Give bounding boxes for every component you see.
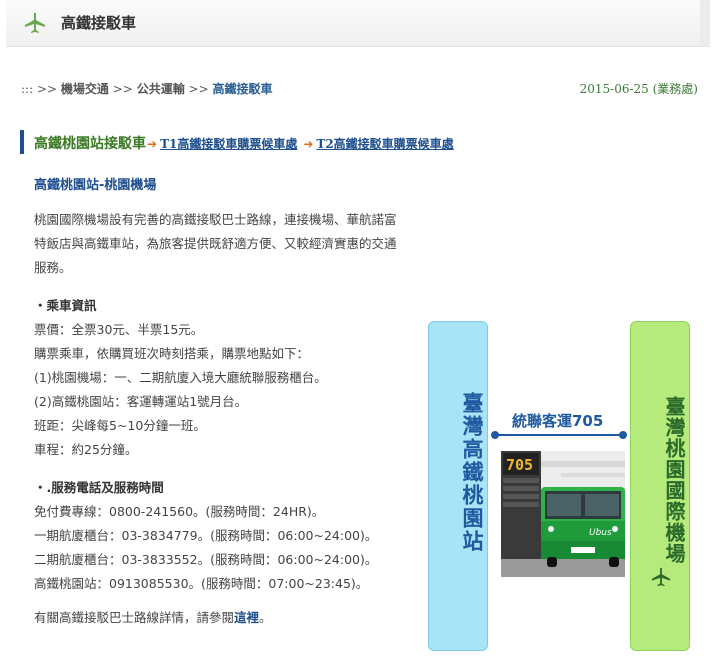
tab-t2-ticket-counter[interactable]: T2高鐵接駁車購票候車處 bbox=[316, 137, 453, 151]
breadcrumb-item-airport-transport[interactable]: 機場交通 bbox=[61, 82, 109, 96]
details-note-end: 。 bbox=[259, 610, 272, 625]
bus-logo: Ubus bbox=[589, 528, 612, 538]
plane-icon bbox=[25, 13, 45, 33]
ride-info: ・乘車資訊 票價：全票30元、半票15元。 購票乘車，依購買班次時刻搭乘，購票地… bbox=[34, 294, 327, 462]
station-label-hsr: 臺灣高鐵桃園站 bbox=[460, 392, 484, 553]
page-header: 高鐵接駁車 bbox=[6, 0, 710, 47]
intro-line: 服務。 bbox=[34, 260, 72, 275]
intro-line: 桃園國際機場設有完善的高鐵接駁巴士路線，連接機場、華航諾富 bbox=[34, 212, 397, 227]
ride-info-line: 購票乘車，依購買班次時刻搭乘，購票地點如下： bbox=[34, 346, 310, 361]
station-label-airport: 臺灣桃園國際機場 bbox=[662, 396, 686, 564]
route-connector bbox=[491, 431, 627, 439]
update-date: 2015-06-25 (業務處) bbox=[579, 82, 698, 96]
ride-info-line: (2)高鐵桃園站：客運轉運站1號月台。 bbox=[34, 394, 248, 409]
breadcrumb-item-hsr-shuttle[interactable]: 高鐵接駁車 bbox=[212, 82, 272, 96]
contact-info-line: 二期航廈櫃台：03-3833552。(服務時間：06:00~24:00)。 bbox=[34, 552, 378, 567]
route-label: 統聯客運705 bbox=[512, 412, 604, 430]
breadcrumb-prefix: ::: bbox=[21, 82, 34, 96]
header-edge bbox=[700, 0, 710, 46]
ride-info-line: 車程：約25分鐘。 bbox=[34, 442, 138, 457]
breadcrumb-sep: >> bbox=[112, 82, 133, 96]
ride-info-heading: ・乘車資訊 bbox=[34, 298, 97, 313]
details-note: 有關高鐵接駁巴士路線詳情，請參閱這裡。 bbox=[34, 607, 272, 626]
contact-info-line: 免付費專線：0800-241560。(服務時間：24HR)。 bbox=[34, 504, 325, 519]
route-subtitle: 高鐵桃園站-桃園機場 bbox=[34, 178, 157, 193]
contact-info-line: 高鐵桃園站：0913085530。(服務時間：07:00~23:45)。 bbox=[34, 576, 369, 591]
intro-line: 特飯店與高鐵車站，為旅客提供既舒適方便、又較經濟實惠的交通 bbox=[34, 236, 397, 251]
contact-info-heading: ・.服務電話及服務時間 bbox=[34, 480, 164, 495]
arrow-right-icon: ➜ bbox=[147, 137, 158, 151]
bus-number-sign: 705 bbox=[506, 456, 533, 474]
page-title: 高鐵接駁車 bbox=[61, 14, 137, 32]
section-marker bbox=[20, 130, 24, 154]
ride-info-line: (1)桃園機場：一、二期航廈入境大廳統聯服務櫃台。 bbox=[34, 370, 327, 385]
bus-image: 705 Ubus bbox=[501, 451, 625, 577]
contact-info: ・.服務電話及服務時間 免付費專線：0800-241560。(服務時間：24HR… bbox=[34, 476, 377, 596]
section-tabs: 高鐵桃園站接駁車➜ T1高鐵接駁車購票候車處 ➜ T2高鐵接駁車購票候車處 bbox=[34, 133, 454, 153]
details-link[interactable]: 這裡 bbox=[234, 610, 259, 625]
intro-paragraph: 桃園國際機場設有完善的高鐵接駁巴士路線，連接機場、華航諾富 特飯店與高鐵車站，為… bbox=[34, 208, 424, 280]
station-pillar-airport: 臺灣桃園國際機場 bbox=[630, 321, 690, 651]
station-pillar-hsr: 臺灣高鐵桃園站 bbox=[428, 321, 488, 651]
arrow-right-icon: ➜ bbox=[303, 137, 314, 151]
tab-t1-ticket-counter[interactable]: T1高鐵接駁車購票候車處 bbox=[160, 137, 297, 151]
breadcrumb-sep: >> bbox=[36, 82, 58, 96]
ride-info-line: 班距：尖峰每5~10分鐘一班。 bbox=[34, 418, 206, 433]
plane-icon bbox=[651, 567, 671, 587]
breadcrumb-sep: >> bbox=[188, 82, 209, 96]
ride-info-line: 票價：全票30元、半票15元。 bbox=[34, 322, 204, 337]
contact-info-line: 一期航廈櫃台：03-3834779。(服務時間：06:00~24:00)。 bbox=[34, 528, 378, 543]
details-note-text: 有關高鐵接駁巴士路線詳情，請參閱 bbox=[34, 610, 235, 625]
breadcrumb: ::: >> 機場交通 >> 公共運輸 >> 高鐵接駁車 bbox=[21, 80, 272, 97]
tab-hsr-taoyuan-shuttle[interactable]: 高鐵桃園站接駁車 bbox=[34, 136, 146, 152]
bus-photo: 705 Ubus bbox=[501, 451, 625, 577]
breadcrumb-item-public-transport[interactable]: 公共運輸 bbox=[137, 82, 185, 96]
